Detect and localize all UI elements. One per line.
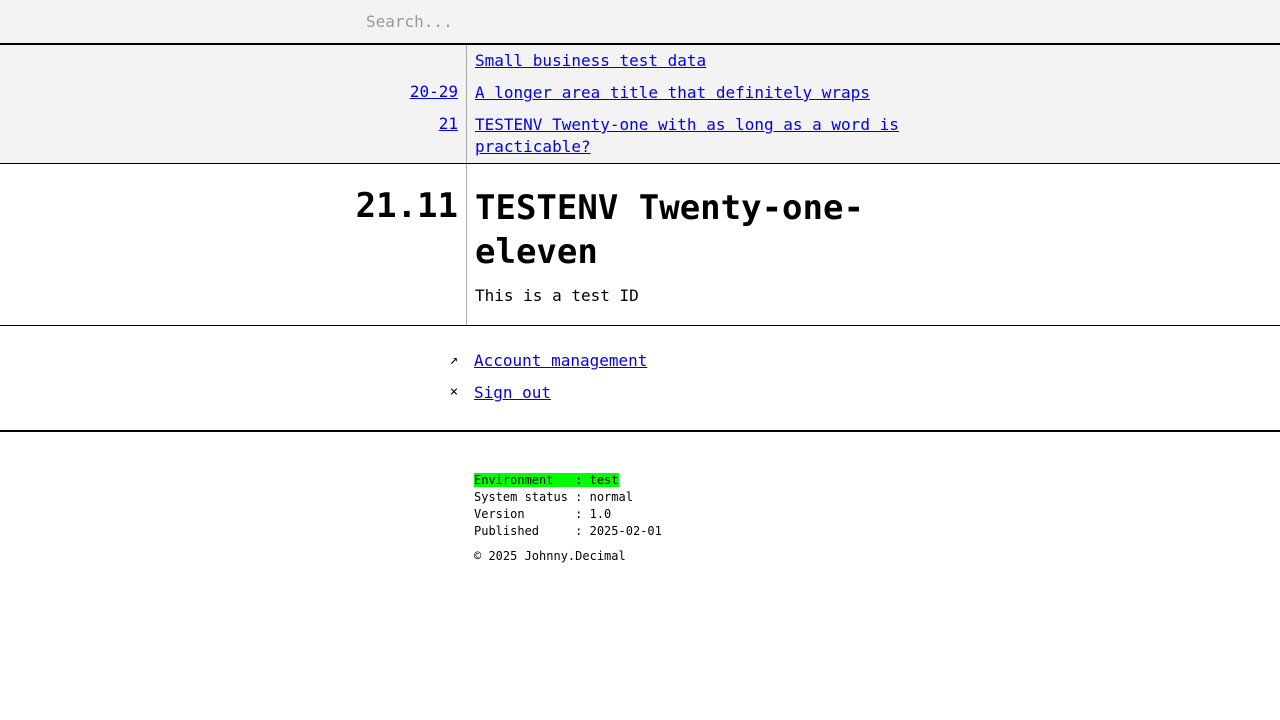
system-status-line: System status : normal	[474, 490, 633, 504]
breadcrumb-number-area: 20-29	[0, 77, 458, 109]
breadcrumb-title-link[interactable]: TESTENV Twenty-one with as long as a wor…	[475, 115, 899, 156]
id-content-column: TESTENV Twenty-one-eleven This is a test…	[467, 164, 907, 325]
account-management-row: ↗ Account management	[0, 350, 1280, 382]
id-number-column: 21.11	[0, 164, 467, 325]
breadcrumb-number-category: 21	[0, 109, 458, 141]
arrow-up-right-icon: ↗	[449, 352, 459, 368]
breadcrumb-number-system	[0, 45, 458, 77]
breadcrumb-title-link[interactable]: Small business test data	[475, 51, 706, 70]
id-number: 21.11	[355, 186, 458, 226]
id-section: 21.11 TESTENV Twenty-one-eleven This is …	[0, 164, 1280, 326]
search-input[interactable]	[366, 8, 966, 34]
environment-badge: Environment : test	[474, 473, 619, 487]
breadcrumb-number-link[interactable]: 20-29	[410, 82, 458, 101]
sign-out-row: × Sign out	[0, 382, 1280, 414]
breadcrumb-title-area: A longer area title that definitely wrap…	[475, 77, 907, 109]
account-section: ↗ Account management × Sign out	[0, 326, 1280, 432]
copyright: © 2025 Johnny.Decimal	[474, 549, 626, 563]
sign-out-link[interactable]: Sign out	[474, 382, 551, 404]
breadcrumb-title-category: TESTENV Twenty-one with as long as a wor…	[475, 109, 907, 158]
page-title: TESTENV Twenty-one-eleven	[475, 188, 864, 272]
breadcrumb-number-link[interactable]: 21	[439, 114, 458, 133]
environment-line: Environment : test	[474, 472, 1280, 489]
id-description: This is a test ID	[475, 286, 639, 305]
published-line: Published : 2025-02-01	[474, 524, 662, 538]
breadcrumb-title-system: Small business test data	[475, 45, 907, 77]
version-line: Version : 1.0	[474, 507, 612, 521]
account-management-link[interactable]: Account management	[474, 350, 647, 372]
breadcrumb-title-link[interactable]: A longer area title that definitely wrap…	[475, 83, 870, 102]
search-bar	[0, 0, 1280, 45]
close-icon: ×	[449, 384, 459, 400]
footer: Environment : test System status : norma…	[0, 432, 1280, 565]
breadcrumb-titles: Small business test data A longer area t…	[467, 45, 907, 163]
breadcrumb-numbers: 20-29 21	[0, 45, 467, 163]
breadcrumb: 20-29 21 Small business test data A long…	[0, 45, 1280, 164]
